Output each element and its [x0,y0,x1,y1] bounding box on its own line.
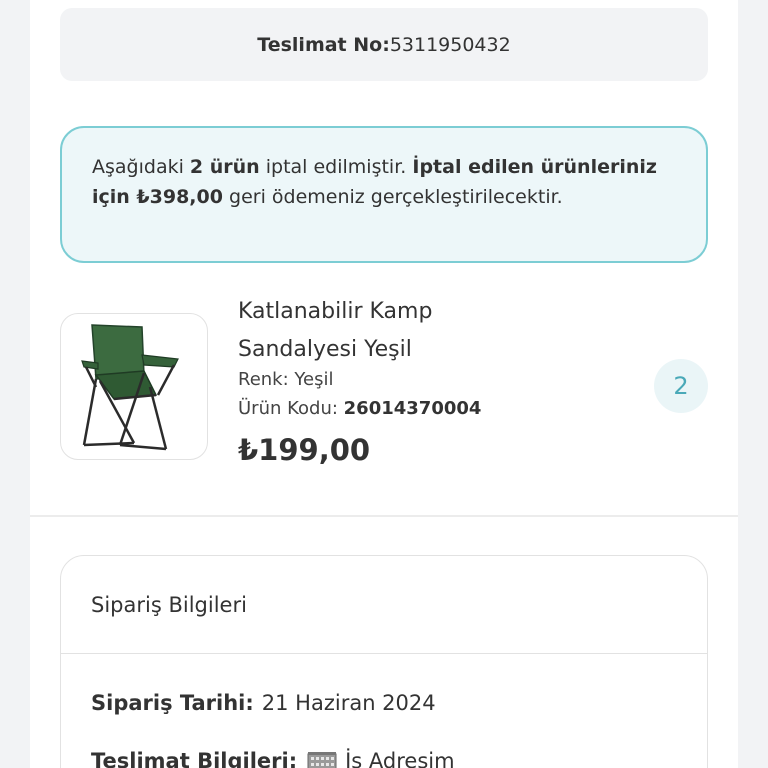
order-info-card: Sipariş Bilgileri Sipariş Tarihi: 21 Haz… [60,555,708,768]
order-info-title: Sipariş Bilgileri [61,556,707,654]
cancelled-product-item[interactable]: Katlanabilir Kamp Sandalyesi Yeşil Renk:… [60,293,708,483]
product-price: ₺199,00 [238,433,371,467]
product-code: Ürün Kodu: 26014370004 [238,398,481,419]
order-detail-page: Teslimat No: 5311950432 Aşağıdaki 2 ürün … [30,0,738,768]
product-color-label: Renk: [238,369,295,390]
cancellation-notice: Aşağıdaki 2 ürün iptal edilmiştir. İptal… [60,126,708,263]
product-code-label: Ürün Kodu: [238,398,344,419]
delivery-info-label: Teslimat Bilgileri: [91,749,298,768]
notice-text-part3: geri ödemeniz gerçekleştirilecektir. [222,186,563,208]
order-date-row: Sipariş Tarihi: 21 Haziran 2024 [61,674,707,732]
notice-item-count: 2 ürün [189,156,260,178]
building-icon [307,752,337,768]
quantity-badge: 2 [654,359,708,413]
order-date-label: Sipariş Tarihi: [91,691,254,715]
notice-text-part2: iptal edilmiştir. [259,156,413,178]
product-name[interactable]: Katlanabilir Kamp Sandalyesi Yeşil [238,293,538,369]
delivery-info-value: İş Adresim [345,749,455,768]
product-image[interactable] [60,313,208,460]
delivery-info-row: Teslimat Bilgileri: İş Adresim [61,732,707,768]
notice-text-part1: Aşağıdaki [92,156,190,178]
delivery-number-label: Teslimat No: [257,33,390,56]
product-color: Renk: Yeşil [238,369,333,390]
product-color-value: Yeşil [294,369,334,390]
order-date-value: 21 Haziran 2024 [261,691,436,715]
delivery-number-value: 5311950432 [389,33,511,56]
section-divider [30,515,738,517]
camping-chair-icon [81,323,179,450]
product-code-value: 26014370004 [343,398,482,419]
delivery-number-box: Teslimat No: 5311950432 [60,8,708,81]
